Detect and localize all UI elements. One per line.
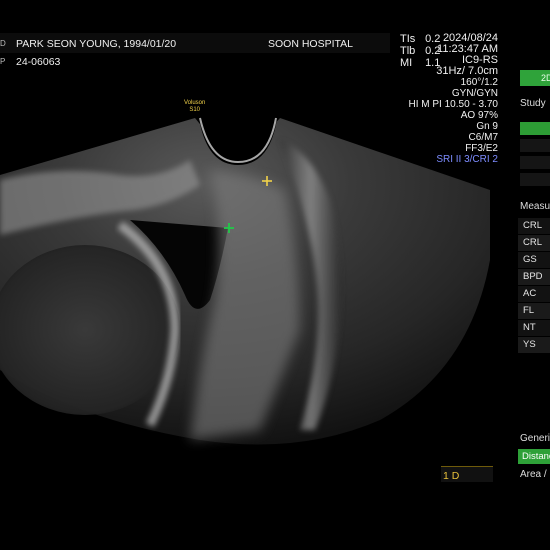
area-label[interactable]: Area / C <box>520 469 550 480</box>
header-left-cut: D <box>0 39 6 48</box>
gain: Gn 9 <box>476 121 498 132</box>
frame-depth: 31Hz/ 7.0cm <box>436 65 498 77</box>
acoustic-output: AO 97% <box>460 110 498 121</box>
measurement-readout: 1 D 1.59cm <box>441 466 493 482</box>
contrast-map: C6/M7 <box>468 132 498 143</box>
volume-brand: Voluson <box>184 100 206 106</box>
measure-item-ac[interactable]: AC <box>518 286 550 302</box>
study-label: Study <box>520 98 546 109</box>
scan-angle: 160°/1.2 <box>460 77 498 88</box>
volume-label: Voluson S10 <box>184 100 205 114</box>
measure-item-fl[interactable]: FL <box>518 303 550 319</box>
patient-id: 24-06063 <box>16 56 61 68</box>
study-item[interactable] <box>520 156 550 169</box>
harmonic-info: HI M PI 10.50 - 3.70 <box>408 99 499 110</box>
sri-cri: SRI II 3/CRI 2 <box>436 154 498 165</box>
scan-info: 2024/08/24 11:23:47 AM IC9-RS 31Hz/ 7.0c… <box>408 33 499 166</box>
distance-button[interactable]: Distance <box>518 449 550 464</box>
hospital-name: SOON HOSPITAL <box>268 38 353 50</box>
study-item[interactable] <box>520 139 550 152</box>
measure-label: Measure <box>520 201 550 212</box>
tab-2d[interactable]: 2D <box>520 70 550 86</box>
frame-filter: FF3/E2 <box>465 143 498 154</box>
measure-item-bpd[interactable]: BPD <box>518 269 550 285</box>
study-item[interactable] <box>520 173 550 186</box>
volume-model: S10 <box>189 107 201 113</box>
preset: GYN/GYN <box>451 88 498 99</box>
measure-item-gs[interactable]: GS <box>518 252 550 268</box>
patient-name-dob: PARK SEON YOUNG, 1994/01/20 <box>16 38 177 50</box>
measure-item-ys[interactable]: YS <box>518 337 550 353</box>
measure-item-crl-2[interactable]: CRL <box>518 235 550 251</box>
generic-label: Generic <box>520 433 550 444</box>
study-item-selected[interactable] <box>520 122 550 135</box>
header-left-cut-2: P <box>0 57 6 66</box>
measure-item-crl[interactable]: CRL <box>518 218 550 234</box>
measure-item-nt[interactable]: NT <box>518 320 550 336</box>
